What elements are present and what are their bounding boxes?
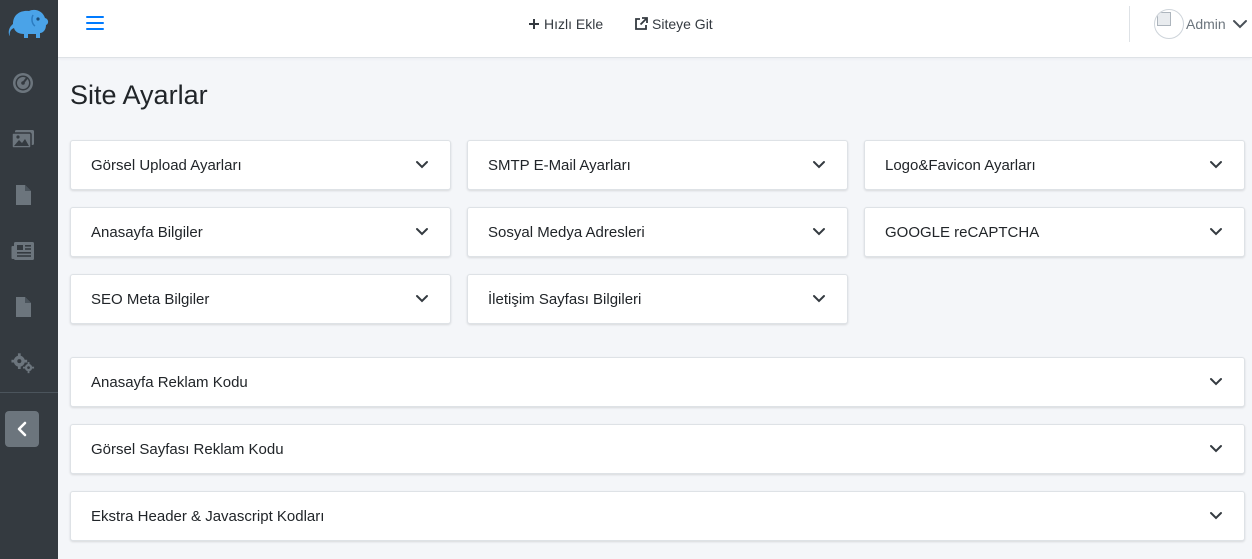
chevron-down-icon [811, 291, 827, 307]
goto-site-label: Siteye Git [652, 16, 713, 32]
panel-label: Ekstra Header & Javascript Kodları [91, 507, 325, 525]
chevron-down-icon [1208, 508, 1224, 524]
panel-label: Anasayfa Reklam Kodu [91, 373, 248, 391]
quick-add-label: Hızlı Ekle [544, 16, 604, 32]
file-icon-2[interactable] [11, 295, 35, 319]
images-icon[interactable] [11, 127, 35, 151]
panel-gorsel-reklam[interactable]: Görsel Sayfası Reklam Kodu [70, 424, 1245, 474]
avatar [1154, 9, 1184, 39]
user-name: Admin [1186, 16, 1226, 32]
panel-iletisim[interactable]: İletişim Sayfası Bilgileri [467, 274, 848, 324]
panel-label: Görsel Sayfası Reklam Kodu [91, 440, 284, 458]
panel-anasayfa-bilgiler[interactable]: Anasayfa Bilgiler [70, 207, 451, 257]
panel-label: Görsel Upload Ayarları [91, 156, 242, 174]
panel-label: Anasayfa Bilgiler [91, 223, 203, 241]
chevron-down-icon [414, 291, 430, 307]
menu-toggle-icon[interactable] [86, 14, 104, 32]
panel-logo-favicon[interactable]: Logo&Favicon Ayarları [864, 140, 1245, 190]
chevron-down-icon [1208, 374, 1224, 390]
panel-smtp[interactable]: SMTP E-Mail Ayarları [467, 140, 848, 190]
chevron-down-icon [811, 157, 827, 173]
panel-label: Sosyal Medya Adresleri [488, 223, 645, 241]
panel-label: Logo&Favicon Ayarları [885, 156, 1036, 174]
dashboard-icon[interactable] [11, 71, 35, 95]
elephant-logo-icon [8, 9, 49, 38]
chevron-down-icon [414, 157, 430, 173]
brand-logo[interactable] [0, 0, 58, 48]
panel-seo-meta[interactable]: SEO Meta Bilgiler [70, 274, 451, 324]
sidebar-collapse-button[interactable] [5, 411, 39, 447]
panel-label: SMTP E-Mail Ayarları [488, 156, 631, 174]
panel-label: SEO Meta Bilgiler [91, 290, 210, 308]
sidebar [0, 0, 58, 559]
chevron-down-icon [1208, 157, 1224, 173]
plus-icon [529, 19, 539, 29]
chevron-down-icon [811, 224, 827, 240]
panel-ekstra-header[interactable]: Ekstra Header & Javascript Kodları [70, 491, 1245, 541]
cogs-icon[interactable] [11, 351, 35, 375]
panel-label: GOOGLE reCAPTCHA [885, 223, 1040, 241]
chevron-down-icon [1208, 224, 1224, 240]
page-title: Site Ayarlar [70, 80, 208, 110]
panel-anasayfa-reklam[interactable]: Anasayfa Reklam Kodu [70, 357, 1245, 407]
panel-label: İletişim Sayfası Bilgileri [488, 290, 642, 308]
chevron-down-icon [1232, 20, 1247, 29]
chevron-down-icon [414, 224, 430, 240]
chevron-down-icon [1208, 441, 1224, 457]
chevron-left-icon [17, 421, 27, 437]
panel-recaptcha[interactable]: GOOGLE reCAPTCHA [864, 207, 1245, 257]
newspaper-icon[interactable] [11, 239, 35, 263]
top-navbar: Hızlı Ekle Siteye Git Admin [58, 0, 1252, 58]
sidebar-divider [0, 392, 58, 393]
quick-add-link[interactable]: Hızlı Ekle [528, 14, 603, 34]
external-link-icon [635, 17, 648, 30]
file-icon[interactable] [11, 183, 35, 207]
navbar-divider [1129, 6, 1130, 42]
panel-gorsel-upload[interactable]: Görsel Upload Ayarları [70, 140, 451, 190]
goto-site-link[interactable]: Siteye Git [634, 14, 713, 34]
user-menu[interactable]: Admin [1154, 8, 1248, 40]
panel-sosyal-medya[interactable]: Sosyal Medya Adresleri [467, 207, 848, 257]
